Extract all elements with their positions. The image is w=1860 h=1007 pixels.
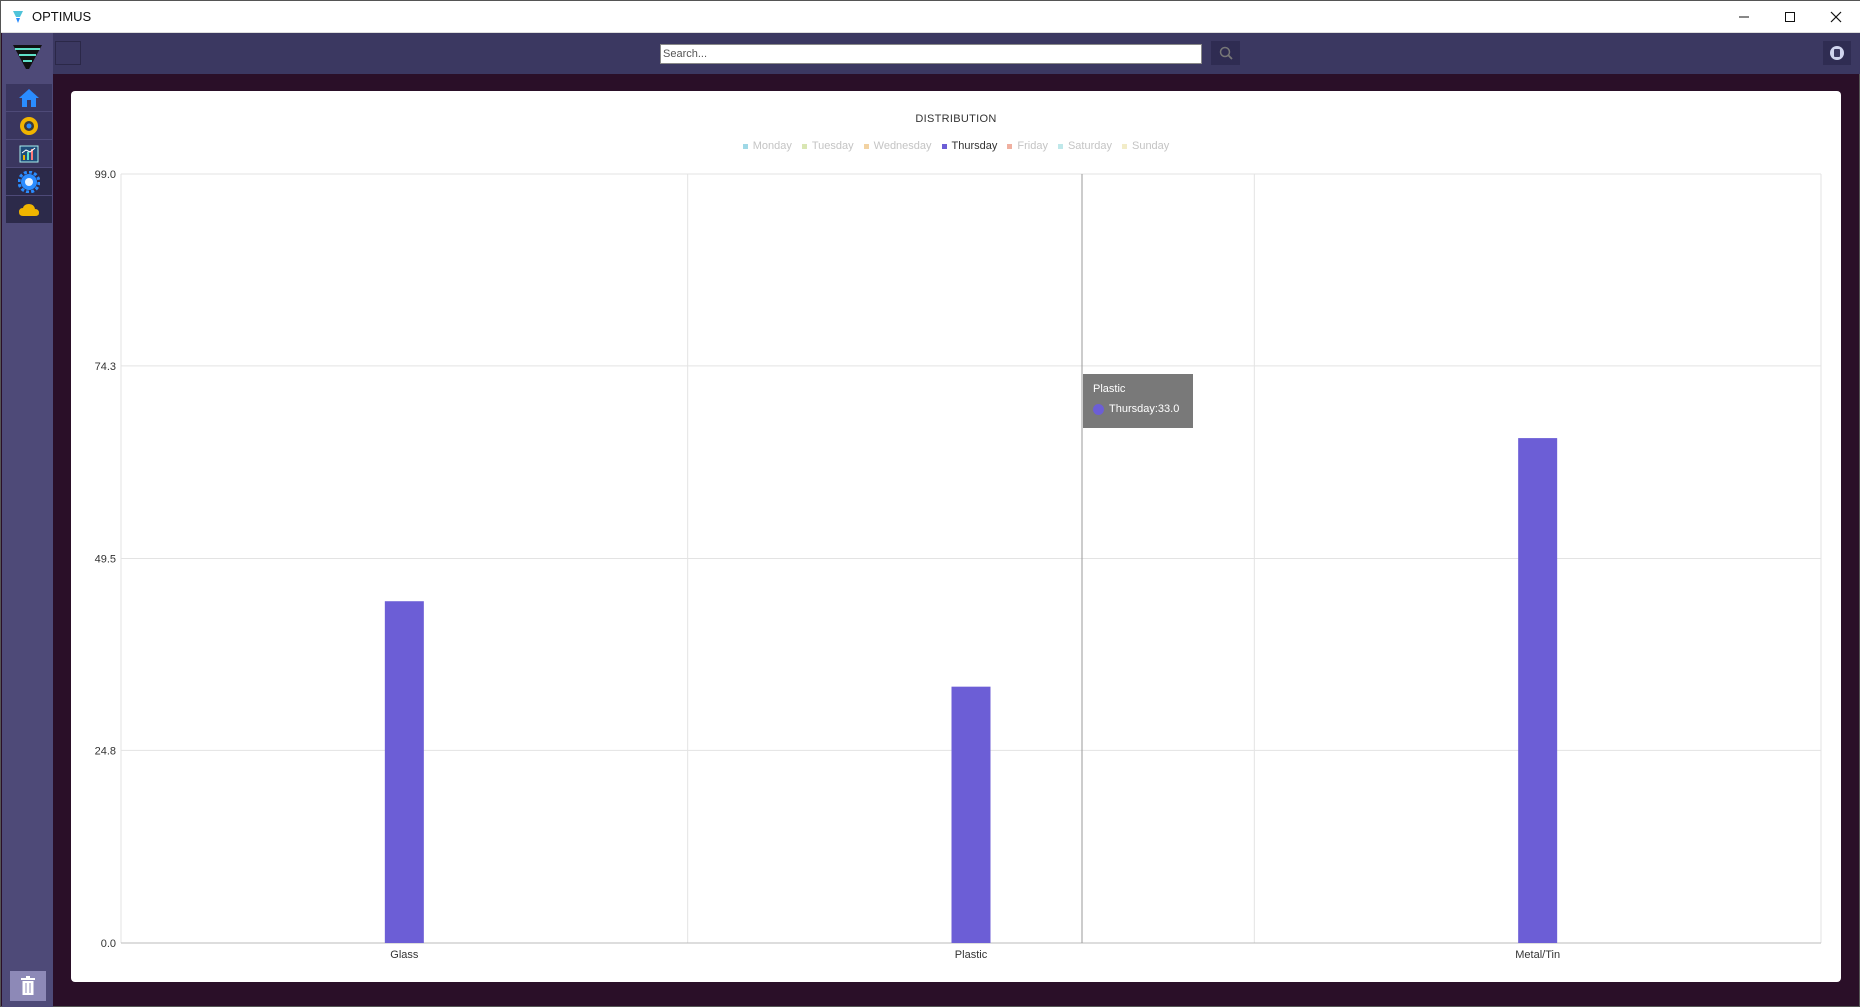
bar-chart: 0.0 24.8 49.5 74.3 99.0 Glass Plastic Metal/Tin [95,169,1822,961]
window-title: OPTIMUS [32,9,92,24]
chart-tooltip: Plastic Thursday:33.0 [1083,374,1193,428]
y-tick-label: 24.8 [95,745,116,757]
maximize-button[interactable] [1767,1,1813,33]
search-icon [1219,46,1233,60]
y-tick-label: 49.5 [95,554,116,566]
sidebar-item-settings[interactable] [6,168,52,195]
app-logo-icon [13,11,23,23]
sidebar-item-analytics[interactable] [6,140,52,167]
home-icon [19,88,39,107]
sidebar [2,33,53,1007]
trash-icon [21,976,35,995]
bar-glass[interactable] [384,601,424,943]
title-bar: OPTIMUS [1,1,1860,33]
top-header [53,33,1860,74]
chart-icon [19,145,39,162]
y-tick-label: 0.0 [101,938,116,950]
search-button[interactable] [1211,41,1240,65]
bar-plastic[interactable] [951,686,991,943]
y-tick-label: 74.3 [95,361,116,373]
tooltip-series-dot [1093,403,1104,415]
funnel-logo-icon [13,45,42,69]
search-input[interactable] [660,44,1202,64]
maximize-icon [1785,12,1795,22]
x-tick-label: Plastic [955,949,988,961]
x-tick-label: Glass [390,949,419,961]
app-window: OPTIMUS Search... DISTRIBUTION Monday Tu… [0,0,1860,1007]
tooltip-value: Thursday:33.0 [1109,403,1180,415]
menu-button[interactable] [55,41,81,65]
gear-icon [18,170,40,193]
trash-button[interactable] [10,971,46,1001]
tooltip-title: Plastic [1093,383,1126,395]
chart-panel: DISTRIBUTION Monday Tuesday Wednesday Thurs… [71,91,1841,982]
sidebar-item-camera[interactable] [6,112,52,139]
close-button[interactable] [1813,1,1859,33]
camera-icon [20,116,38,135]
user-button[interactable] [1823,41,1851,65]
close-icon [1830,11,1842,23]
y-tick-label: 99.0 [95,169,116,181]
cloud-icon [19,203,39,216]
user-icon [1830,46,1844,60]
minimize-icon [1739,16,1749,18]
bar-metal-tin[interactable] [1518,438,1558,943]
sidebar-item-home[interactable] [6,84,52,111]
sidebar-item-cloud[interactable] [6,196,52,223]
x-tick-label: Metal/Tin [1515,949,1560,961]
minimize-button[interactable] [1721,1,1767,33]
